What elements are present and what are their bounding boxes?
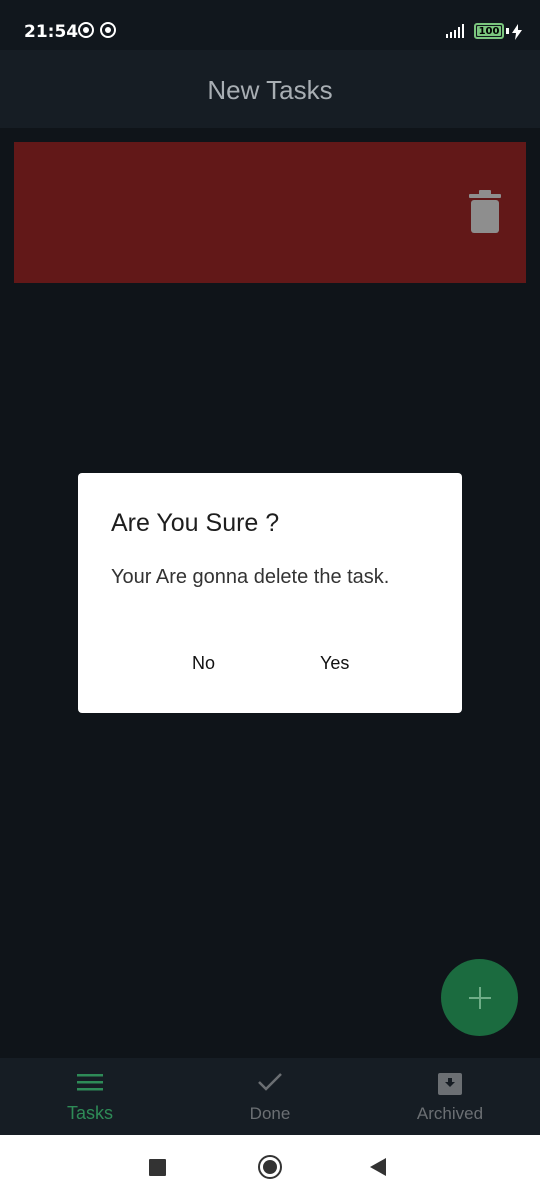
back-icon[interactable]	[370, 1158, 386, 1176]
menu-icon	[77, 1074, 103, 1091]
notification-icon	[78, 22, 94, 38]
page-title: New Tasks	[207, 75, 333, 105]
recent-apps-icon[interactable]	[149, 1159, 166, 1176]
nav-label-done: Done	[249, 1104, 291, 1123]
charging-icon	[512, 24, 522, 40]
add-task-button[interactable]	[441, 959, 518, 1036]
nav-item-done[interactable]: Done	[180, 1058, 360, 1135]
archive-icon	[438, 1073, 462, 1095]
nav-label-archived: Archived	[416, 1104, 484, 1123]
home-icon[interactable]	[258, 1155, 282, 1179]
nav-label-tasks: Tasks	[66, 1103, 113, 1123]
swipe-delete-background[interactable]	[14, 142, 526, 283]
nav-item-archived[interactable]: Archived	[360, 1058, 540, 1135]
no-button[interactable]: No	[180, 647, 227, 680]
trash-icon	[469, 190, 501, 233]
signal-icon	[446, 24, 464, 38]
battery-level: 100	[478, 25, 500, 37]
plus-icon	[468, 986, 491, 1009]
notification-icon	[100, 22, 116, 38]
nav-item-tasks[interactable]: Tasks	[0, 1058, 180, 1135]
confirm-delete-dialog: Are You Sure ? Your Are gonna delete the…	[78, 473, 462, 713]
status-time: 21:54	[24, 22, 79, 42]
bottom-navigation: Tasks Done Archived	[0, 1058, 540, 1135]
dialog-message: Your Are gonna delete the task.	[111, 566, 390, 588]
check-icon	[258, 1073, 282, 1091]
battery-tip	[506, 28, 509, 34]
status-notification-icons	[78, 22, 116, 38]
battery-icon: 100	[474, 23, 504, 39]
yes-button[interactable]: Yes	[308, 647, 361, 680]
dialog-title: Are You Sure ?	[111, 509, 280, 537]
